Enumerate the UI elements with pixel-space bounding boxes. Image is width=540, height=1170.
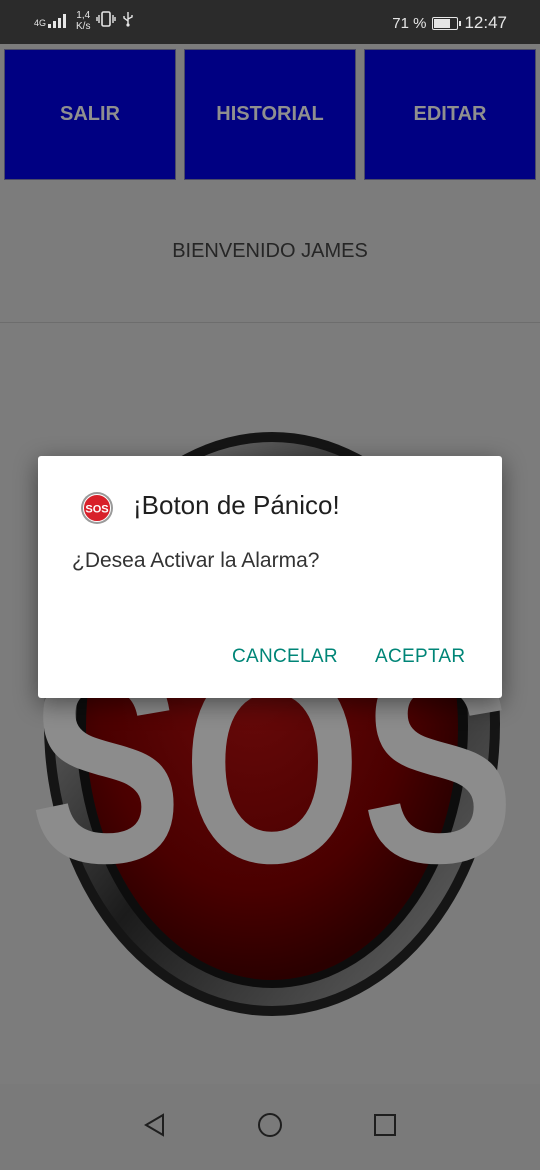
welcome-label: BIENVENIDO JAMES bbox=[172, 240, 368, 262]
divider bbox=[0, 322, 540, 323]
signal-icon bbox=[48, 14, 70, 28]
battery-percent: 71 % bbox=[392, 14, 427, 32]
home-icon[interactable] bbox=[257, 1112, 283, 1143]
network-speed: 1,4 K/s bbox=[76, 10, 90, 32]
editar-button[interactable]: EDITAR bbox=[364, 49, 536, 180]
clock: 12:47 bbox=[464, 13, 507, 32]
back-icon[interactable] bbox=[142, 1112, 168, 1143]
accept-button[interactable]: ACEPTAR bbox=[375, 646, 465, 668]
sos-icon: SOS bbox=[80, 491, 114, 525]
sos-icon-label: SOS bbox=[85, 504, 108, 516]
navigation-bar bbox=[0, 1084, 540, 1170]
panic-dialog: SOS ¡Boton de Pánico! ¿Desea Activar la … bbox=[38, 456, 502, 698]
status-left: 4G 1,4 K/s bbox=[34, 10, 134, 32]
speed-unit: K/s bbox=[76, 21, 91, 32]
status-bar: 4G 1,4 K/s 71 % 12:47 bbox=[0, 0, 540, 44]
top-button-row: SALIR HISTORIAL EDITAR bbox=[4, 49, 536, 180]
signal-indicator: 4G bbox=[34, 14, 70, 28]
recents-icon[interactable] bbox=[372, 1112, 398, 1143]
dialog-title: ¡Boton de Pánico! bbox=[133, 490, 340, 520]
vibrate-icon bbox=[96, 11, 117, 31]
battery-level bbox=[434, 18, 450, 28]
cancel-button[interactable]: CANCELAR bbox=[232, 646, 338, 668]
dialog-message: ¿Desea Activar la Alarma? bbox=[72, 549, 320, 572]
salir-button[interactable]: SALIR bbox=[4, 49, 176, 180]
network-type: 4G bbox=[34, 18, 47, 28]
battery-icon bbox=[432, 16, 462, 30]
status-right: 71 % 12:47 bbox=[392, 13, 507, 33]
usb-icon bbox=[122, 11, 134, 31]
speed-value: 1,4 bbox=[76, 10, 91, 21]
historial-button[interactable]: HISTORIAL bbox=[184, 49, 356, 180]
